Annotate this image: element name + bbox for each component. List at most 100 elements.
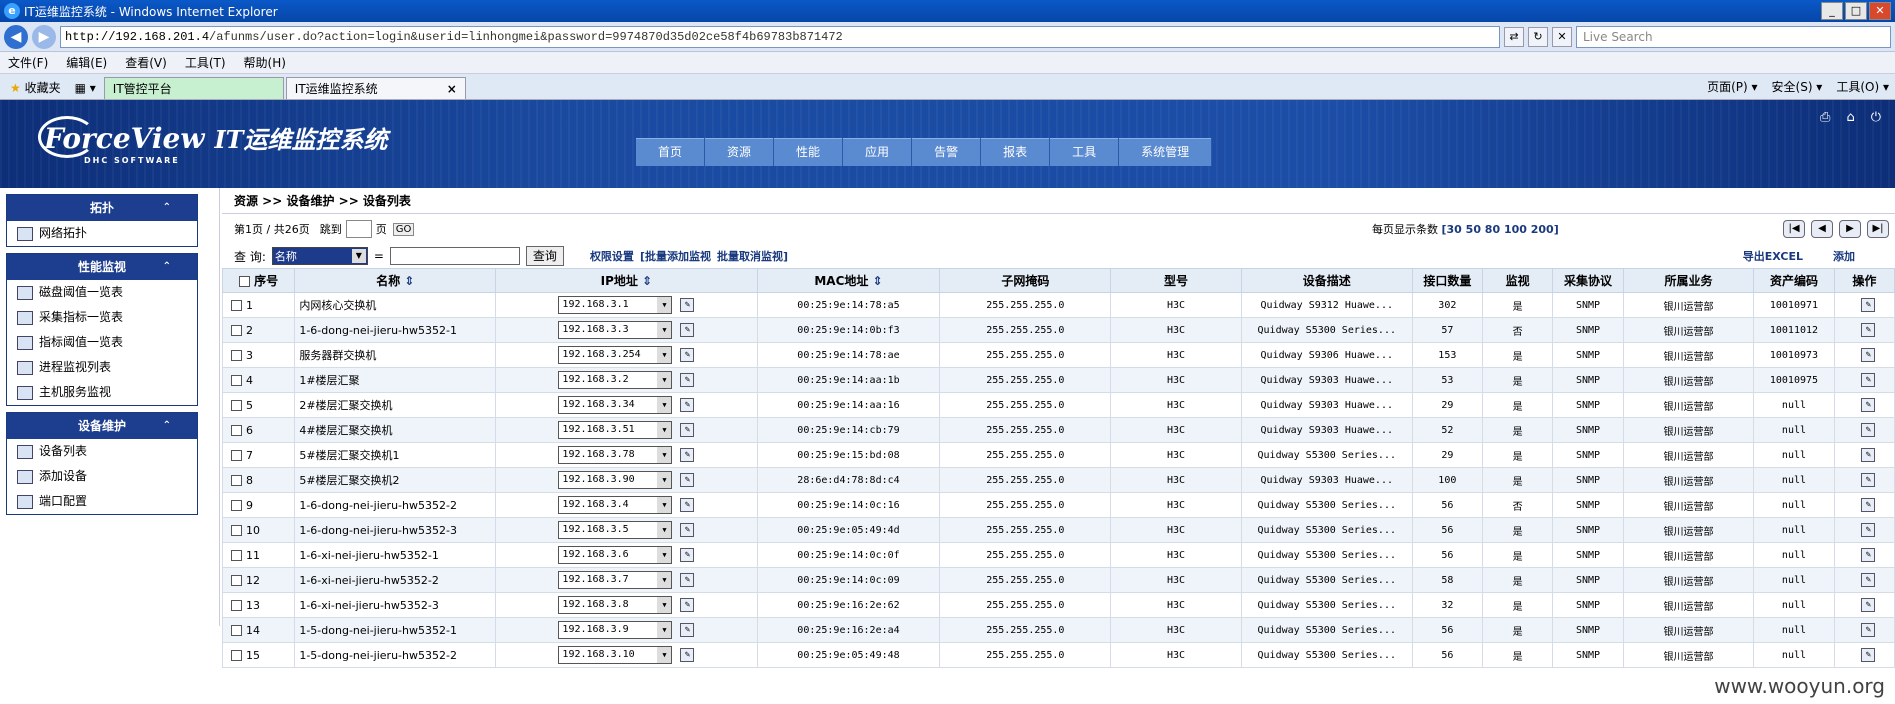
ip-select[interactable]: 192.168.3.34 — [558, 396, 673, 414]
edit-device-icon[interactable]: ✎ — [1861, 598, 1876, 612]
quick-tabs-icon[interactable]: ▦ ▾ — [69, 77, 102, 99]
nav-performance[interactable]: 性能 — [774, 138, 844, 166]
row-checkbox[interactable] — [231, 575, 242, 586]
row-checkbox[interactable] — [231, 600, 242, 611]
ip-select[interactable]: 192.168.3.5 — [558, 521, 673, 539]
nav-application[interactable]: 应用 — [843, 138, 913, 166]
ip-select[interactable]: 192.168.3.3 — [558, 321, 673, 339]
edit-ip-icon[interactable]: ✎ — [680, 648, 695, 662]
edit-ip-icon[interactable]: ✎ — [680, 398, 695, 412]
ip-select[interactable]: 192.168.3.2 — [558, 371, 673, 389]
row-checkbox[interactable] — [231, 350, 242, 361]
menu-file[interactable]: 文件(F) — [8, 54, 48, 71]
permission-link[interactable]: 权限设置 — [590, 248, 634, 264]
row-checkbox[interactable] — [231, 475, 242, 486]
home-icon[interactable]: ⌂ — [1846, 110, 1854, 125]
nav-alarm[interactable]: 告警 — [912, 138, 982, 166]
col-header[interactable]: 子网掩码 — [939, 268, 1112, 293]
edit-device-icon[interactable]: ✎ — [1861, 548, 1876, 562]
query-input[interactable] — [389, 247, 520, 265]
sidebar-item[interactable]: 端口配置 — [7, 489, 197, 514]
toolbar-safety[interactable]: 安全(S) ▾ — [1772, 78, 1823, 95]
collapse-icon[interactable]: ⌃ — [163, 413, 171, 439]
search-input[interactable]: Live Search — [1576, 25, 1891, 48]
tab-it-monitor[interactable]: IT运维监控系统 × — [285, 77, 466, 99]
sort-icon[interactable]: ⇕ — [868, 274, 883, 288]
ip-select[interactable]: 192.168.3.4 — [558, 496, 673, 514]
row-checkbox[interactable] — [231, 625, 242, 636]
edit-device-icon[interactable]: ✎ — [1861, 373, 1876, 387]
ip-select[interactable]: 192.168.3.1 — [558, 296, 673, 314]
page-jump-input[interactable] — [345, 220, 372, 238]
toolbar-tools[interactable]: 工具(O) ▾ — [1836, 78, 1889, 95]
ip-select[interactable]: 192.168.3.51 — [558, 421, 673, 439]
col-header[interactable]: 操作 — [1833, 268, 1895, 293]
add-link[interactable]: 添加 — [1833, 248, 1855, 264]
col-header[interactable]: IP地址 ⇕ — [495, 268, 758, 293]
edit-ip-icon[interactable]: ✎ — [680, 448, 695, 462]
collapse-icon[interactable]: ⌃ — [163, 195, 171, 221]
row-checkbox[interactable] — [231, 500, 242, 511]
edit-ip-icon[interactable]: ✎ — [680, 473, 695, 487]
close-window-button[interactable]: ✕ — [1869, 2, 1891, 20]
menu-help[interactable]: 帮助(H) — [244, 54, 286, 71]
sidebar-item[interactable]: 采集指标一览表 — [7, 305, 197, 330]
toolbar-page[interactable]: 页面(P) ▾ — [1707, 78, 1757, 95]
row-checkbox[interactable] — [231, 525, 242, 536]
nav-report[interactable]: 报表 — [981, 138, 1051, 166]
nav-resource[interactable]: 资源 — [705, 138, 775, 166]
ip-select[interactable]: 192.168.3.254 — [558, 346, 673, 364]
sidebar-panel-header[interactable]: 拓扑 ⌃ — [7, 195, 197, 221]
batch-add-link[interactable]: [批量添加监视 — [640, 248, 711, 264]
nav-tools[interactable]: 工具 — [1050, 138, 1120, 166]
edit-device-icon[interactable]: ✎ — [1861, 348, 1876, 362]
col-header[interactable]: MAC地址 ⇕ — [756, 268, 941, 293]
favorites-button[interactable]: ★ 收藏夹 — [4, 77, 67, 99]
select-all-checkbox[interactable] — [239, 276, 251, 287]
sidebar-item[interactable]: 网络拓扑 — [7, 221, 197, 246]
edit-ip-icon[interactable]: ✎ — [680, 498, 695, 512]
compat-icon[interactable]: ⇄ — [1504, 26, 1524, 47]
sidebar-item[interactable]: 添加设备 — [7, 464, 197, 489]
col-header[interactable]: 采集协议 — [1552, 268, 1624, 293]
edit-device-icon[interactable]: ✎ — [1861, 323, 1876, 337]
prev-page-button[interactable]: ◀ — [1811, 220, 1833, 238]
ip-select[interactable]: 192.168.3.10 — [558, 646, 673, 664]
ip-select[interactable]: 192.168.3.8 — [558, 596, 673, 614]
menu-view[interactable]: 查看(V) — [125, 54, 167, 71]
maximize-button[interactable]: □ — [1845, 2, 1867, 20]
row-checkbox[interactable] — [231, 400, 242, 411]
ip-select[interactable]: 192.168.3.78 — [558, 446, 673, 464]
menu-edit[interactable]: 编辑(E) — [66, 54, 107, 71]
minimize-button[interactable]: _ — [1821, 2, 1843, 20]
first-page-button[interactable]: |◀ — [1783, 220, 1805, 238]
col-header[interactable]: 名称 ⇕ — [294, 268, 497, 293]
col-header[interactable]: 序号 — [221, 268, 296, 293]
nav-system[interactable]: 系统管理 — [1119, 138, 1213, 166]
row-checkbox[interactable] — [231, 550, 242, 561]
edit-device-icon[interactable]: ✎ — [1861, 498, 1876, 512]
sidebar-panel-header[interactable]: 性能监视 ⌃ — [7, 254, 197, 280]
next-page-button[interactable]: ▶ — [1839, 220, 1861, 238]
col-header[interactable]: 所属业务 — [1622, 268, 1755, 293]
edit-ip-icon[interactable]: ✎ — [680, 623, 695, 637]
nav-home[interactable]: 首页 — [636, 138, 706, 166]
edit-ip-icon[interactable]: ✎ — [680, 373, 695, 387]
sort-icon[interactable]: ⇕ — [638, 274, 652, 288]
edit-device-icon[interactable]: ✎ — [1861, 573, 1876, 587]
sidebar-item[interactable]: 设备列表 — [7, 439, 197, 464]
go-button[interactable]: GO — [392, 222, 415, 236]
power-icon[interactable]: ⏻ — [1871, 110, 1881, 125]
edit-device-icon[interactable]: ✎ — [1861, 298, 1876, 312]
edit-ip-icon[interactable]: ✎ — [680, 298, 695, 312]
ip-select[interactable]: 192.168.3.6 — [558, 546, 673, 564]
edit-device-icon[interactable]: ✎ — [1861, 523, 1876, 537]
edit-device-icon[interactable]: ✎ — [1861, 398, 1876, 412]
export-excel-link[interactable]: 导出EXCEL — [1743, 248, 1803, 264]
sort-icon[interactable]: ⇕ — [400, 274, 414, 288]
ip-select[interactable]: 192.168.3.9 — [558, 621, 673, 639]
row-checkbox[interactable] — [231, 450, 242, 461]
sidebar-item[interactable]: 磁盘阈值一览表 — [7, 280, 197, 305]
close-tab-icon[interactable]: × — [447, 79, 457, 99]
edit-ip-icon[interactable]: ✎ — [680, 523, 695, 537]
